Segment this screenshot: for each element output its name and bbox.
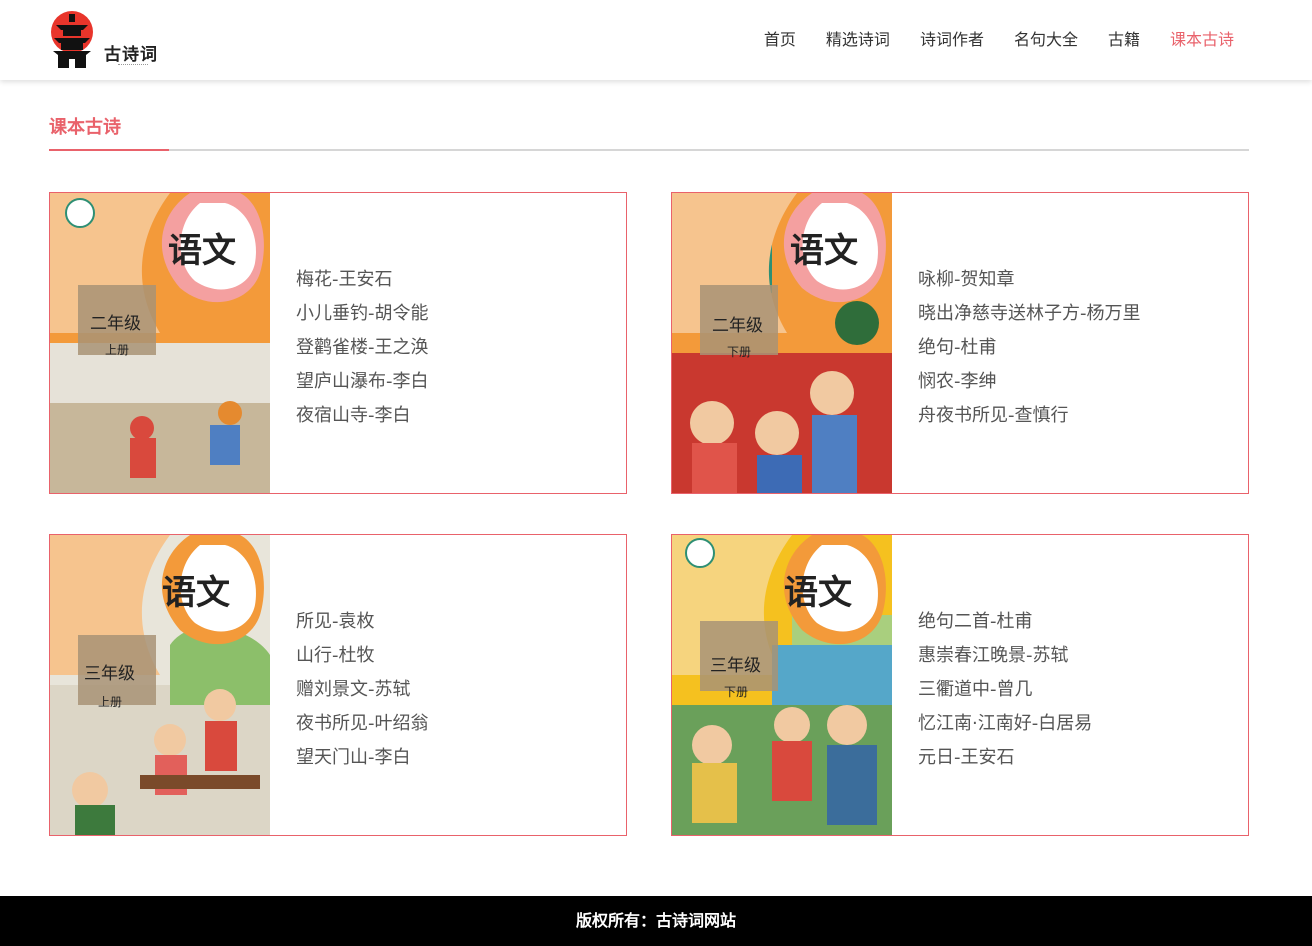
poem-link[interactable]: 忆江南·江南好-白居易 bbox=[918, 707, 1092, 741]
poem-link[interactable]: 晓出净慈寺送林子方-杨万里 bbox=[918, 297, 1141, 331]
nav-link-3[interactable]: 诗词作者 bbox=[920, 29, 984, 51]
poem-link[interactable]: 夜书所见-叶绍翁 bbox=[296, 707, 429, 741]
cover-brand: 语文 bbox=[168, 231, 236, 271]
cover-grade: 三年级 bbox=[710, 656, 761, 676]
poem-link[interactable]: 惠崇春江晚景-苏轼 bbox=[918, 639, 1092, 673]
logo-underline bbox=[118, 64, 148, 66]
poem-link[interactable]: 小儿垂钓-胡令能 bbox=[296, 297, 429, 331]
textbook-cover-image bbox=[50, 193, 270, 493]
nav-link-5[interactable]: 古籍 bbox=[1108, 29, 1140, 51]
title-divider bbox=[49, 149, 1249, 151]
nav-link-1[interactable]: 首页 bbox=[764, 29, 796, 51]
poem-link[interactable]: 赠刘景文-苏轼 bbox=[296, 673, 429, 707]
cover-volume: 下册 bbox=[724, 685, 749, 699]
book-cover[interactable]: 语文 二年级 上册 bbox=[50, 193, 270, 493]
book-card-2: 语文 二年级 下册 咏柳-贺知章 晓出净慈寺送林子方-杨万里 绝句-杜甫 悯农-李绅舟… bbox=[671, 192, 1249, 494]
poem-link[interactable]: 山行-杜牧 bbox=[296, 639, 429, 673]
poem-link[interactable]: 舟夜书所见-查慎行 bbox=[918, 399, 1141, 433]
cover-volume: 上册 bbox=[98, 695, 123, 709]
poem-list: 绝句二首-杜甫 惠崇春江晚景-苏轼 三衢道中-曾几 忆江南·江南好-白居易 元日-王安石 bbox=[918, 605, 1092, 775]
poem-list: 所见-袁枚 山行-杜牧 赠刘景文-苏轼 夜书所见-叶绍翁 望天门山-李白 bbox=[296, 605, 429, 775]
poem-link[interactable]: 夜宿山寺-李白 bbox=[296, 399, 429, 433]
book-cover[interactable]: 语文 二年级 下册 bbox=[672, 193, 892, 493]
site-header: 古诗词 首页 精选诗词 诗词作者 名句大全 古籍 课本古诗 bbox=[0, 0, 1312, 80]
book-cover[interactable]: 语文 三年级 下册 bbox=[672, 535, 892, 835]
cover-grade: 三年级 bbox=[84, 664, 135, 684]
poem-link[interactable]: 所见-袁枚 bbox=[296, 605, 429, 639]
textbook-cover-image bbox=[672, 193, 892, 493]
poem-link[interactable]: 绝句-杜甫 bbox=[918, 331, 1141, 365]
poem-link[interactable]: 望庐山瀑布-李白 bbox=[296, 365, 429, 399]
poem-link[interactable]: 悯农-李绅 bbox=[918, 365, 1141, 399]
book-cover[interactable]: 语文 三年级 上册 bbox=[50, 535, 270, 835]
poem-link[interactable]: 元日-王安石 bbox=[918, 741, 1092, 775]
title-divider-accent bbox=[49, 149, 169, 151]
poem-link[interactable]: 望天门山-李白 bbox=[296, 741, 429, 775]
poem-link[interactable]: 咏柳-贺知章 bbox=[918, 263, 1141, 297]
book-card-1: 语文 二年级 上册 梅花-王安石 小儿垂钓-胡令能 登鹳雀楼-王之涣 望庐山瀑布-李白… bbox=[49, 192, 627, 494]
textbook-cover-image bbox=[672, 535, 892, 835]
cover-brand: 语文 bbox=[790, 231, 858, 271]
cover-volume: 上册 bbox=[105, 343, 130, 357]
poem-link[interactable]: 三衢道中-曾几 bbox=[918, 673, 1092, 707]
textbook-cover-image bbox=[50, 535, 270, 835]
nav-link-2[interactable]: 精选诗词 bbox=[826, 29, 890, 51]
book-card-4: 语文 三年级 下册 绝句二首-杜甫 惠崇春江晚景-苏轼 三衢道中-曾几 忆江南·江南好… bbox=[671, 534, 1249, 836]
cover-brand: 语文 bbox=[162, 573, 230, 613]
cover-grade: 二年级 bbox=[712, 316, 763, 336]
poem-list: 梅花-王安石 小儿垂钓-胡令能 登鹳雀楼-王之涣 望庐山瀑布-李白 夜宿山寺-李白 bbox=[296, 263, 429, 433]
poem-link[interactable]: 梅花-王安石 bbox=[296, 263, 429, 297]
pagoda-logo-icon bbox=[51, 11, 93, 68]
site-footer: 版权所有：古诗词网站 bbox=[0, 896, 1312, 946]
cover-grade: 二年级 bbox=[90, 314, 141, 334]
nav-link-6[interactable]: 课本古诗 bbox=[1170, 29, 1234, 51]
poem-link[interactable]: 登鹳雀楼-王之涣 bbox=[296, 331, 429, 365]
cover-brand: 语文 bbox=[784, 573, 852, 613]
book-card-3: 语文 三年级 上册 所见-袁枚 山行-杜牧 赠刘景文-苏轼 夜书所见-叶绍翁 望天门山-… bbox=[49, 534, 627, 836]
cover-volume: 下册 bbox=[727, 345, 752, 359]
logo-text: 古诗词 bbox=[104, 45, 158, 65]
nav-link-4[interactable]: 名句大全 bbox=[1014, 29, 1078, 51]
poem-list: 咏柳-贺知章 晓出净慈寺送林子方-杨万里 绝句-杜甫 悯农-李绅 舟夜书所见-查慎行 bbox=[918, 263, 1141, 433]
poem-link[interactable]: 绝句二首-杜甫 bbox=[918, 605, 1092, 639]
section-title: 课本古诗 bbox=[49, 117, 121, 138]
main-nav: 首页 精选诗词 诗词作者 名句大全 古籍 课本古诗 bbox=[734, 29, 1234, 51]
